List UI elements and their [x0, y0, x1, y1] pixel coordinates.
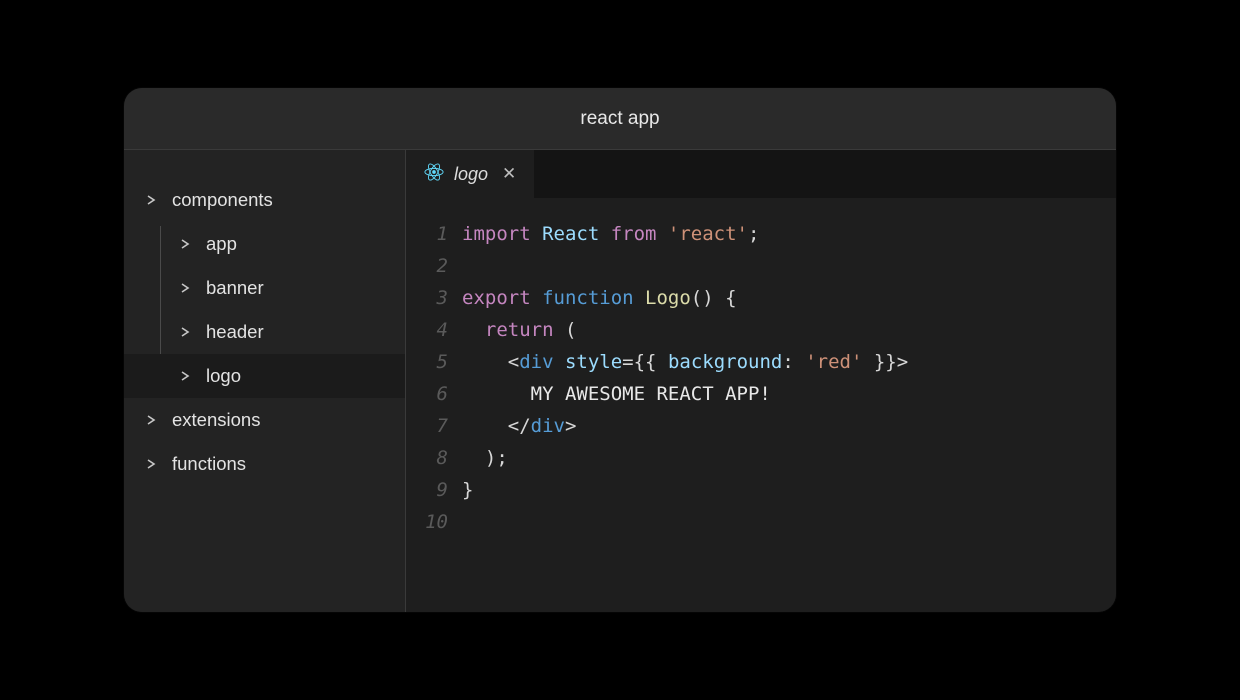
code-line[interactable] — [462, 506, 1116, 538]
line-number: 5 — [406, 346, 448, 378]
code-area[interactable]: 12345678910 import React from 'react'; e… — [406, 198, 1116, 612]
tree-children-components: app banner header — [124, 222, 405, 398]
tab-bar: logo ✕ — [406, 150, 1116, 198]
tree-item-label: functions — [172, 453, 246, 475]
line-gutter: 12345678910 — [406, 218, 462, 612]
tab-label: logo — [454, 164, 488, 185]
window-body: components app banner — [124, 150, 1116, 612]
line-number: 8 — [406, 442, 448, 474]
line-number: 4 — [406, 314, 448, 346]
code-line[interactable]: import React from 'react'; — [462, 218, 1116, 250]
chevron-right-icon — [180, 327, 196, 337]
code-content[interactable]: import React from 'react'; export functi… — [462, 218, 1116, 612]
code-line[interactable]: return ( — [462, 314, 1116, 346]
tree-item-components[interactable]: components — [124, 178, 405, 222]
chevron-right-icon — [180, 239, 196, 249]
tree-item-label: app — [206, 233, 237, 255]
tree-item-functions[interactable]: functions — [124, 442, 405, 486]
tree-item-label: components — [172, 189, 273, 211]
chevron-right-icon — [180, 371, 196, 381]
chevron-right-icon — [146, 195, 162, 205]
chevron-right-icon — [146, 459, 162, 469]
tree-item-label: logo — [206, 365, 241, 387]
editor-pane: logo ✕ 12345678910 import React from 're… — [406, 150, 1116, 612]
tree-item-label: header — [206, 321, 264, 343]
line-number: 10 — [406, 506, 448, 538]
chevron-right-icon — [180, 283, 196, 293]
chevron-right-icon — [146, 415, 162, 425]
tree-item-label: banner — [206, 277, 264, 299]
tree-item-header[interactable]: header — [124, 310, 405, 354]
line-number: 3 — [406, 282, 448, 314]
tree-item-extensions[interactable]: extensions — [124, 398, 405, 442]
line-number: 2 — [406, 250, 448, 282]
line-number: 9 — [406, 474, 448, 506]
tab-logo[interactable]: logo ✕ — [406, 150, 535, 198]
react-icon — [424, 162, 444, 187]
line-number: 6 — [406, 378, 448, 410]
code-line[interactable]: ); — [462, 442, 1116, 474]
tree-item-logo[interactable]: logo — [124, 354, 405, 398]
titlebar: react app — [124, 88, 1116, 150]
code-line[interactable] — [462, 250, 1116, 282]
close-icon[interactable]: ✕ — [502, 164, 516, 184]
editor-window: react app components app — [124, 88, 1116, 612]
code-line[interactable]: </div> — [462, 410, 1116, 442]
tree-item-label: extensions — [172, 409, 260, 431]
code-line[interactable]: export function Logo() { — [462, 282, 1116, 314]
line-number: 1 — [406, 218, 448, 250]
file-tree-sidebar: components app banner — [124, 150, 406, 612]
window-title: react app — [580, 108, 659, 130]
line-number: 7 — [406, 410, 448, 442]
tree-item-app[interactable]: app — [124, 222, 405, 266]
code-line[interactable]: } — [462, 474, 1116, 506]
code-line[interactable]: <div style={{ background: 'red' }}> — [462, 346, 1116, 378]
code-line[interactable]: MY AWESOME REACT APP! — [462, 378, 1116, 410]
tree-item-banner[interactable]: banner — [124, 266, 405, 310]
